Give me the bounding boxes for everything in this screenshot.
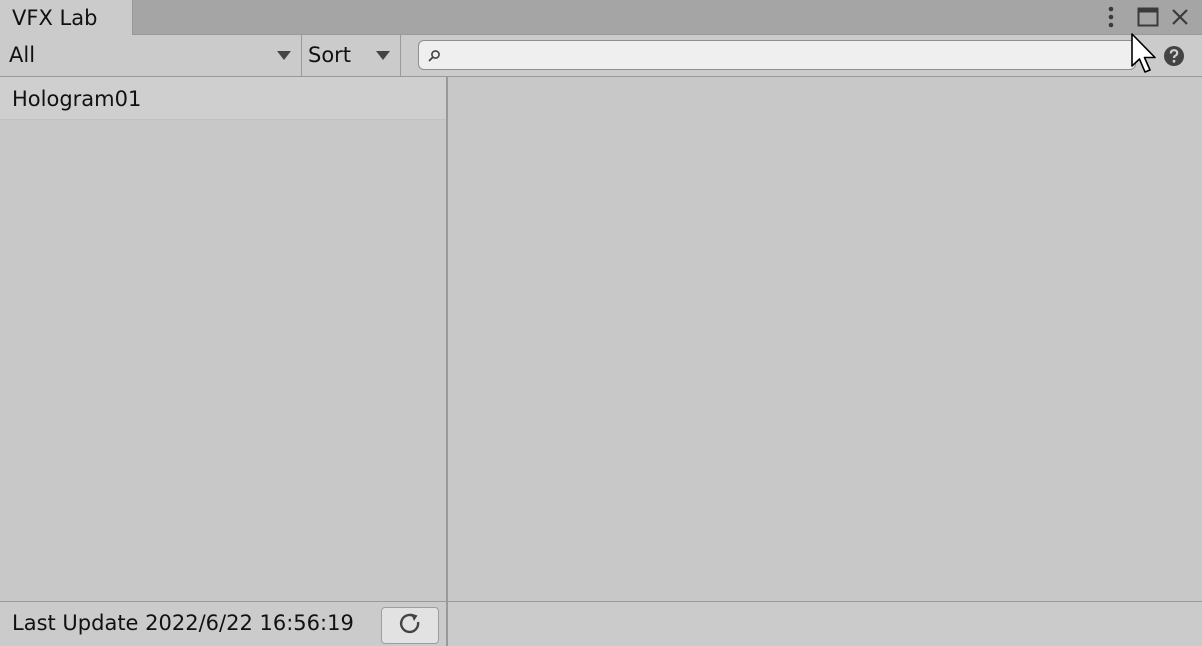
footer-status: Last Update 2022/6/22 16:56:19 (0, 602, 448, 646)
window-tab[interactable]: VFX Lab (0, 0, 133, 35)
help-icon[interactable] (1163, 45, 1185, 71)
chevron-down-icon (277, 51, 291, 60)
search-input[interactable] (445, 43, 1133, 69)
list-item[interactable]: Hologram01 (0, 77, 446, 120)
refresh-button[interactable] (381, 607, 439, 644)
window-tab-label: VFX Lab (12, 6, 98, 30)
filter-dropdown[interactable]: All (0, 35, 302, 76)
last-update-text: Last Update 2022/6/22 16:56:19 (12, 611, 354, 635)
search-icon (427, 48, 441, 67)
toolbar: All Sort (0, 35, 1202, 77)
list-item-label: Hologram01 (12, 87, 142, 111)
sort-dropdown-label: Sort (308, 43, 352, 67)
title-bar: VFX Lab (0, 0, 1202, 35)
search-field[interactable] (418, 40, 1136, 70)
filter-dropdown-value: All (9, 43, 36, 67)
detail-pane (448, 77, 1202, 601)
kebab-menu-icon[interactable] (1100, 2, 1122, 32)
asset-list-pane: Hologram01 (0, 77, 448, 601)
refresh-icon (397, 611, 423, 641)
sort-dropdown[interactable]: Sort (302, 35, 401, 76)
close-icon[interactable] (1166, 2, 1194, 32)
footer-bar: Last Update 2022/6/22 16:56:19 (0, 601, 1202, 646)
chevron-down-icon (376, 51, 390, 60)
mouse-cursor-icon (1131, 33, 1157, 79)
maximize-icon[interactable] (1134, 2, 1162, 32)
